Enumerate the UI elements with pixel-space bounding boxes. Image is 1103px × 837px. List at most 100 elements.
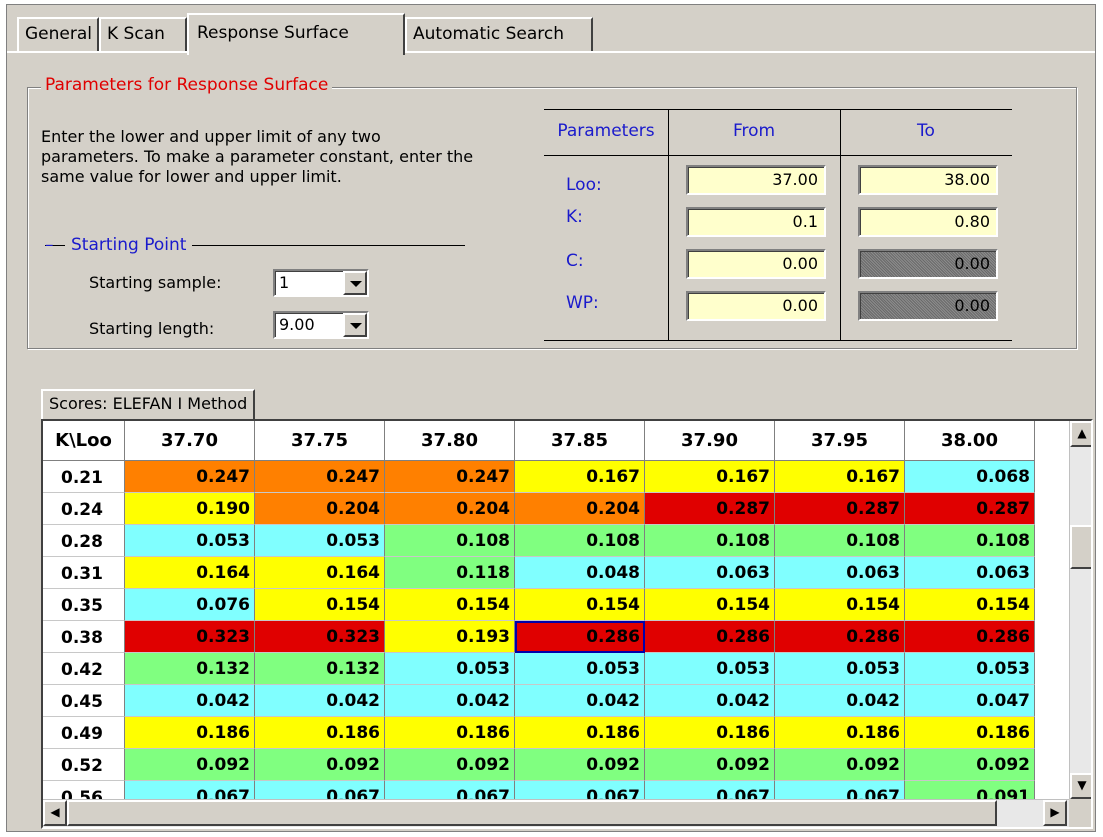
score-cell[interactable]: 0.154: [775, 589, 905, 621]
scroll-right-icon[interactable]: ▶: [1043, 800, 1067, 826]
column-header[interactable]: 37.75: [255, 421, 385, 461]
score-cell[interactable]: 0.154: [905, 589, 1035, 621]
loo-from-field[interactable]: 37.00: [686, 165, 826, 195]
horizontal-scroll-thumb[interactable]: [67, 800, 997, 826]
score-cell[interactable]: 0.154: [515, 589, 645, 621]
starting-sample-select[interactable]: 1: [273, 269, 369, 297]
column-header[interactable]: 38.00: [905, 421, 1035, 461]
score-cell[interactable]: 0.048: [515, 557, 645, 589]
score-cell[interactable]: 0.186: [775, 717, 905, 749]
score-cell[interactable]: 0.042: [515, 685, 645, 717]
score-cell[interactable]: 0.063: [775, 557, 905, 589]
row-header[interactable]: 0.42: [43, 653, 125, 685]
score-cell[interactable]: 0.092: [645, 749, 775, 781]
score-cell[interactable]: 0.247: [125, 461, 255, 493]
score-cell[interactable]: 0.092: [775, 749, 905, 781]
k-to-field[interactable]: 0.80: [858, 207, 998, 237]
score-cell[interactable]: 0.167: [515, 461, 645, 493]
score-cell[interactable]: 0.042: [255, 685, 385, 717]
score-cell[interactable]: 0.092: [905, 749, 1035, 781]
score-cell[interactable]: 0.053: [385, 653, 515, 685]
score-cell[interactable]: 0.132: [125, 653, 255, 685]
score-cell[interactable]: 0.164: [125, 557, 255, 589]
score-cell[interactable]: 0.042: [385, 685, 515, 717]
score-cell[interactable]: 0.286: [905, 621, 1035, 653]
wp-from-field[interactable]: 0.00: [686, 291, 826, 321]
scroll-down-icon[interactable]: ▼: [1070, 773, 1091, 799]
score-cell[interactable]: 0.167: [645, 461, 775, 493]
score-cell[interactable]: 0.186: [385, 717, 515, 749]
row-header[interactable]: 0.49: [43, 717, 125, 749]
scroll-up-icon[interactable]: ▲: [1070, 421, 1091, 447]
column-header[interactable]: 37.90: [645, 421, 775, 461]
score-cell[interactable]: 0.053: [775, 653, 905, 685]
score-cell[interactable]: 0.286: [515, 621, 645, 653]
row-header[interactable]: 0.45: [43, 685, 125, 717]
score-cell[interactable]: 0.204: [255, 493, 385, 525]
row-header[interactable]: 0.35: [43, 589, 125, 621]
tab-automatic-search[interactable]: Automatic Search: [405, 17, 593, 51]
score-cell[interactable]: 0.108: [515, 525, 645, 557]
score-cell[interactable]: 0.286: [775, 621, 905, 653]
column-header[interactable]: 37.85: [515, 421, 645, 461]
score-cell[interactable]: 0.323: [255, 621, 385, 653]
score-cell[interactable]: 0.204: [515, 493, 645, 525]
score-cell[interactable]: 0.287: [645, 493, 775, 525]
row-header[interactable]: 0.31: [43, 557, 125, 589]
scores-grid[interactable]: K\Loo 37.70 37.75 37.80 37.85 37.90 37.95 38.00…: [41, 419, 1093, 829]
tab-k-scan[interactable]: K Scan: [99, 17, 187, 51]
score-cell[interactable]: 0.068: [905, 461, 1035, 493]
starting-length-select[interactable]: 9.00: [273, 311, 369, 339]
score-cell[interactable]: 0.167: [775, 461, 905, 493]
score-cell[interactable]: 0.186: [645, 717, 775, 749]
row-header[interactable]: 0.38: [43, 621, 125, 653]
tab-general[interactable]: General: [17, 17, 99, 51]
score-cell[interactable]: 0.042: [775, 685, 905, 717]
score-cell[interactable]: 0.193: [385, 621, 515, 653]
score-cell[interactable]: 0.108: [385, 525, 515, 557]
score-cell[interactable]: 0.247: [385, 461, 515, 493]
score-cell[interactable]: 0.042: [125, 685, 255, 717]
tab-response-surface[interactable]: Response Surface: [187, 13, 405, 55]
row-header[interactable]: 0.52: [43, 749, 125, 781]
score-cell[interactable]: 0.323: [125, 621, 255, 653]
score-cell[interactable]: 0.063: [905, 557, 1035, 589]
column-header[interactable]: 37.80: [385, 421, 515, 461]
score-cell[interactable]: 0.186: [905, 717, 1035, 749]
score-cell[interactable]: 0.076: [125, 589, 255, 621]
column-header[interactable]: 37.70: [125, 421, 255, 461]
chevron-down-icon[interactable]: [343, 313, 367, 337]
score-cell[interactable]: 0.154: [645, 589, 775, 621]
score-cell[interactable]: 0.063: [645, 557, 775, 589]
score-cell[interactable]: 0.092: [125, 749, 255, 781]
score-cell[interactable]: 0.092: [515, 749, 645, 781]
score-cell[interactable]: 0.053: [645, 653, 775, 685]
score-cell[interactable]: 0.287: [905, 493, 1035, 525]
score-cell[interactable]: 0.053: [255, 525, 385, 557]
chevron-down-icon[interactable]: [343, 271, 367, 295]
score-cell[interactable]: 0.053: [905, 653, 1035, 685]
column-header[interactable]: 37.95: [775, 421, 905, 461]
score-cell[interactable]: 0.092: [385, 749, 515, 781]
vertical-scroll-thumb[interactable]: [1070, 525, 1091, 569]
score-cell[interactable]: 0.186: [255, 717, 385, 749]
row-header[interactable]: 0.21: [43, 461, 125, 493]
row-header[interactable]: 0.24: [43, 493, 125, 525]
c-from-field[interactable]: 0.00: [686, 249, 826, 279]
score-cell[interactable]: 0.042: [645, 685, 775, 717]
loo-to-field[interactable]: 38.00: [858, 165, 998, 195]
vertical-scrollbar[interactable]: ▲ ▼: [1069, 421, 1091, 799]
row-header[interactable]: 0.28: [43, 525, 125, 557]
score-cell[interactable]: 0.204: [385, 493, 515, 525]
score-cell[interactable]: 0.108: [905, 525, 1035, 557]
score-cell[interactable]: 0.118: [385, 557, 515, 589]
k-from-field[interactable]: 0.1: [686, 207, 826, 237]
score-cell[interactable]: 0.287: [775, 493, 905, 525]
score-cell[interactable]: 0.190: [125, 493, 255, 525]
score-cell[interactable]: 0.092: [255, 749, 385, 781]
score-cell[interactable]: 0.108: [775, 525, 905, 557]
horizontal-scrollbar[interactable]: ◀ ▶: [43, 799, 1069, 827]
score-cell[interactable]: 0.154: [385, 589, 515, 621]
score-cell[interactable]: 0.047: [905, 685, 1035, 717]
score-cell[interactable]: 0.186: [125, 717, 255, 749]
